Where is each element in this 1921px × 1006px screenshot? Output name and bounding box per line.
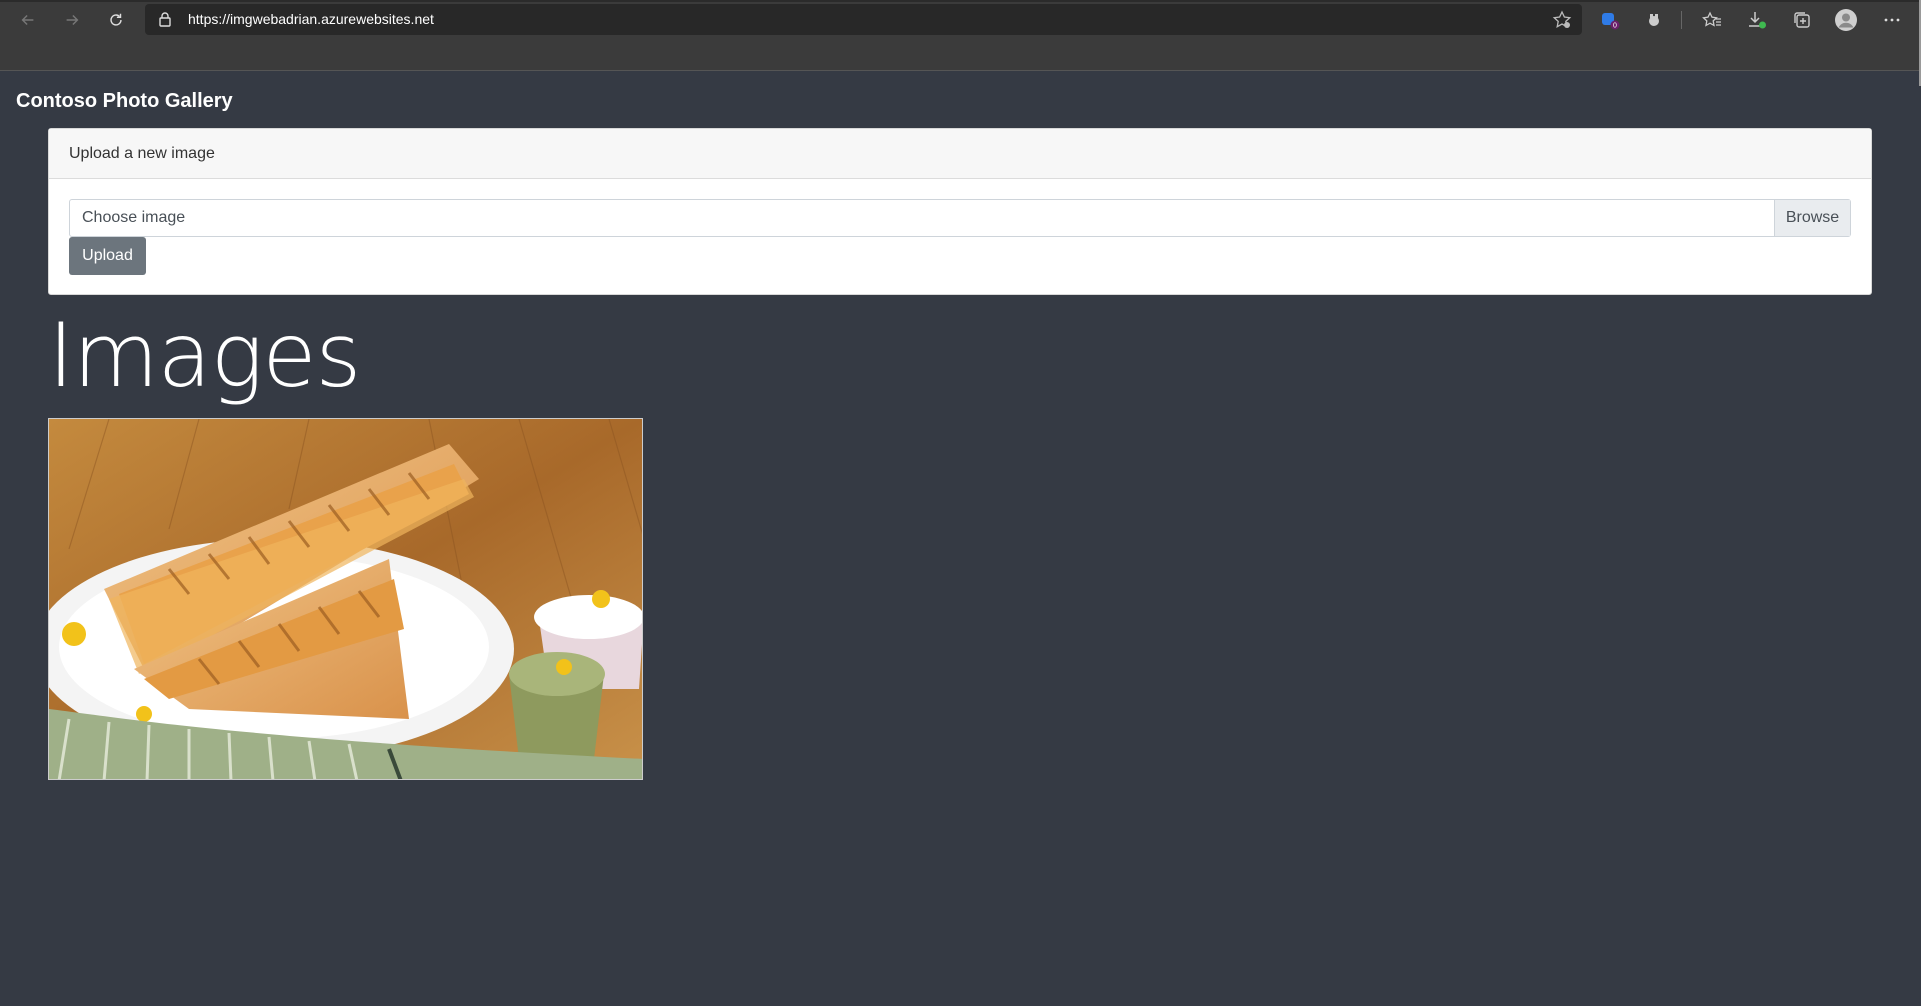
collections-button[interactable]	[1790, 8, 1814, 32]
extension-badge-count: 0	[1613, 23, 1617, 30]
browse-button[interactable]: Browse	[1774, 200, 1850, 236]
profile-avatar-icon	[1835, 9, 1857, 31]
sandwich-image	[49, 419, 642, 779]
more-button[interactable]	[1880, 8, 1904, 32]
arrow-right-icon	[66, 14, 79, 26]
forward-button[interactable]	[58, 6, 86, 34]
extension-badge-icon: 0	[1602, 13, 1620, 30]
address-bar[interactable]: https://imgwebadrian.azurewebsites.net	[145, 4, 1582, 35]
brand-title[interactable]: Contoso Photo Gallery	[16, 90, 233, 113]
arrow-left-icon	[21, 14, 34, 26]
file-picker[interactable]: Choose image Browse	[69, 199, 1851, 237]
downloads-icon	[1749, 12, 1766, 29]
toolbar-divider	[1681, 11, 1682, 29]
images-heading: Images	[48, 304, 361, 407]
extension-button[interactable]	[1642, 8, 1666, 32]
more-icon	[1884, 18, 1900, 22]
scrollbar[interactable]	[1915, 0, 1921, 86]
tab-strip	[0, 0, 1921, 2]
extension-icon	[1649, 14, 1659, 26]
url-text[interactable]: https://imgwebadrian.azurewebsites.net	[188, 11, 434, 27]
toolbar-extension-area	[0, 40, 1921, 71]
downloads-button[interactable]	[1745, 8, 1769, 32]
lock-icon	[159, 12, 171, 27]
collections-icon	[1794, 12, 1810, 28]
upload-card-header: Upload a new image	[49, 129, 1871, 179]
gallery-image[interactable]	[48, 418, 643, 780]
refresh-button[interactable]	[102, 6, 130, 34]
favorites-button[interactable]	[1700, 8, 1724, 32]
favorite-add-icon[interactable]	[1552, 10, 1572, 30]
extension-badge-button[interactable]: 0	[1598, 8, 1622, 32]
favorites-icon	[1702, 11, 1721, 27]
upload-button[interactable]: Upload	[69, 237, 146, 275]
back-button[interactable]	[14, 6, 42, 34]
upload-card: Upload a new image Choose image Browse U…	[48, 128, 1872, 295]
profile-button[interactable]	[1832, 6, 1860, 34]
file-input-placeholder[interactable]: Choose image	[70, 200, 1774, 236]
refresh-icon	[110, 13, 122, 26]
